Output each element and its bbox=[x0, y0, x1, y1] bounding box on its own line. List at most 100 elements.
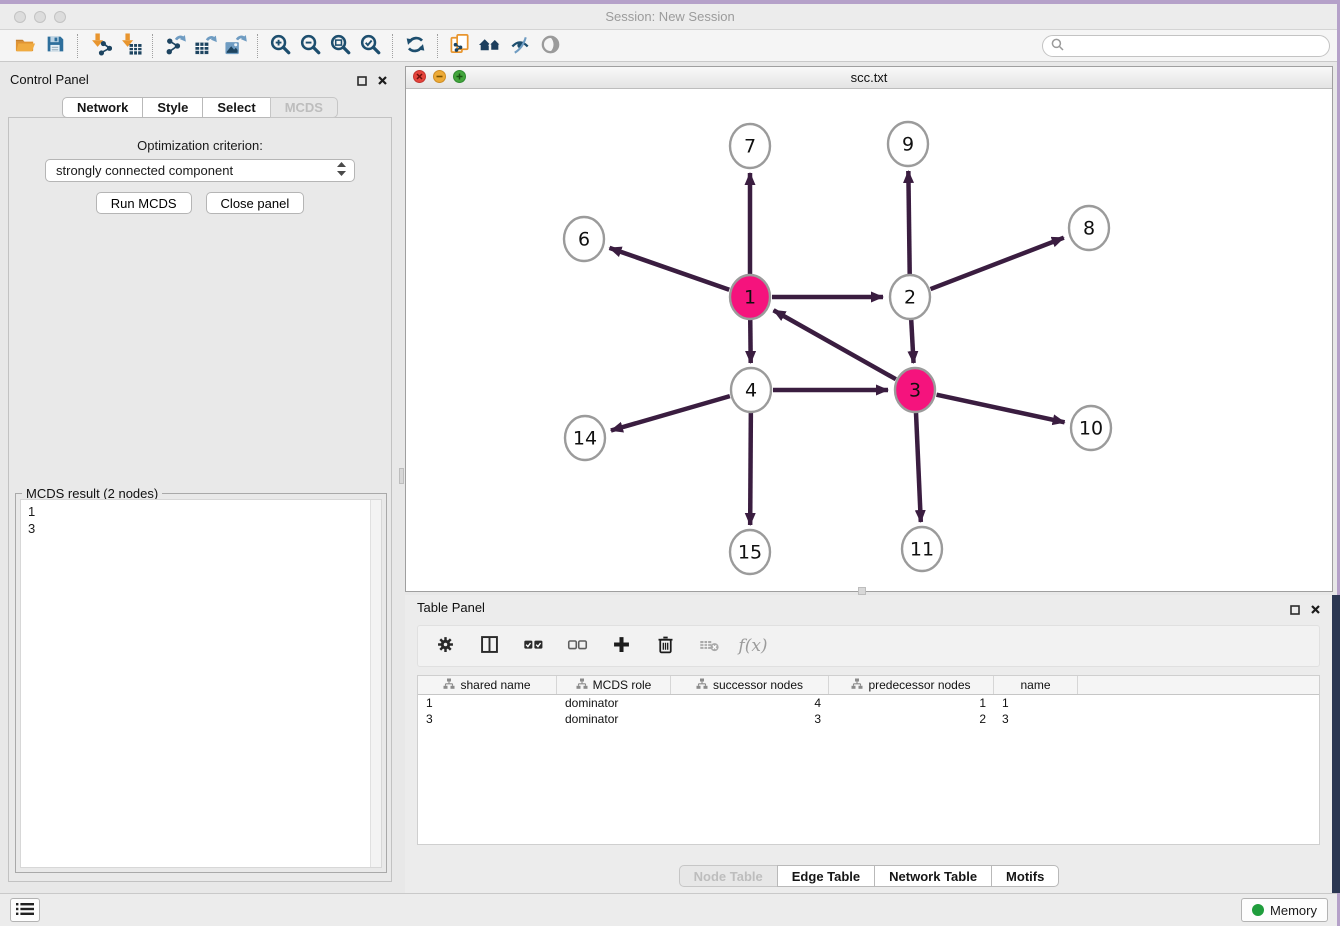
node-label-14: 14 bbox=[573, 428, 597, 450]
save-session-button[interactable] bbox=[40, 32, 70, 60]
cell-successor-nodes[interactable]: 4 bbox=[671, 696, 829, 710]
export-table-icon bbox=[194, 33, 217, 59]
memory-button[interactable]: Memory bbox=[1241, 898, 1328, 922]
cell-mcds-role[interactable]: dominator bbox=[557, 712, 671, 726]
open-file-button[interactable] bbox=[10, 32, 40, 60]
task-history-button[interactable] bbox=[10, 898, 40, 922]
export-image-button[interactable] bbox=[220, 32, 250, 60]
search-box[interactable] bbox=[1042, 35, 1330, 57]
network-view-window: scc.txt 7968124314101511 bbox=[405, 66, 1333, 592]
tab-style[interactable]: Style bbox=[142, 97, 203, 118]
optimization-criterion-value: strongly connected component bbox=[56, 163, 337, 178]
import-network-button[interactable] bbox=[85, 32, 115, 60]
panel-splitter-handle[interactable] bbox=[399, 468, 404, 484]
edge-4-14[interactable] bbox=[611, 396, 730, 430]
window-resize-handle[interactable] bbox=[858, 587, 866, 595]
refresh-view-button[interactable] bbox=[400, 32, 430, 60]
toolbar-separator bbox=[77, 34, 78, 58]
import-table-button[interactable] bbox=[115, 32, 145, 60]
tab-network[interactable]: Network bbox=[62, 97, 143, 118]
node-label-11: 11 bbox=[910, 539, 934, 561]
edge-4-15[interactable] bbox=[750, 412, 751, 525]
zoom-fit-button[interactable] bbox=[325, 32, 355, 60]
column-type-icon bbox=[851, 678, 863, 693]
cell-predecessor-nodes[interactable]: 1 bbox=[829, 696, 994, 710]
float-table-panel-icon[interactable] bbox=[1290, 603, 1300, 618]
tab-motifs[interactable]: Motifs bbox=[991, 865, 1059, 887]
export-table-button[interactable] bbox=[190, 32, 220, 60]
column-header-shared-name[interactable]: shared name bbox=[418, 676, 557, 694]
column-label: MCDS role bbox=[593, 678, 652, 692]
control-panel-title: Control Panel bbox=[10, 72, 89, 87]
clone-network-icon bbox=[449, 33, 472, 59]
select-all-columns-button[interactable] bbox=[520, 633, 546, 659]
edge-3-11[interactable] bbox=[916, 412, 921, 522]
cell-name[interactable]: 3 bbox=[994, 712, 1078, 726]
cell-successor-nodes[interactable]: 3 bbox=[671, 712, 829, 726]
edge-2-8[interactable] bbox=[931, 238, 1064, 289]
network-canvas[interactable]: 7968124314101511 bbox=[406, 89, 1332, 591]
add-column-button[interactable] bbox=[608, 633, 634, 659]
import-table-icon bbox=[119, 33, 142, 59]
delete-column-button[interactable] bbox=[652, 633, 678, 659]
zoom-out-icon bbox=[299, 33, 322, 59]
column-label: successor nodes bbox=[713, 678, 803, 692]
delete-table-icon bbox=[699, 634, 720, 658]
cell-predecessor-nodes[interactable]: 2 bbox=[829, 712, 994, 726]
close-panel-button[interactable]: Close panel bbox=[206, 192, 305, 214]
cell-shared-name[interactable]: 1 bbox=[418, 696, 557, 710]
tab-mcds[interactable]: MCDS bbox=[270, 97, 338, 118]
column-header-successor-nodes[interactable]: successor nodes bbox=[671, 676, 829, 694]
column-label: predecessor nodes bbox=[868, 678, 970, 692]
mcds-result-textarea[interactable]: 13 bbox=[20, 499, 382, 868]
clone-network-button[interactable] bbox=[445, 32, 475, 60]
result-scrollbar[interactable] bbox=[370, 500, 381, 867]
close-panel-icon[interactable] bbox=[377, 74, 388, 89]
gear-button[interactable] bbox=[432, 633, 458, 659]
edge-1-6[interactable] bbox=[609, 248, 729, 290]
column-header-mcds-role[interactable]: MCDS role bbox=[557, 676, 671, 694]
tab-node-table[interactable]: Node Table bbox=[679, 865, 778, 887]
deselect-all-columns-button[interactable] bbox=[564, 633, 590, 659]
save-session-icon bbox=[44, 33, 66, 58]
zoom-out-button[interactable] bbox=[295, 32, 325, 60]
table-row[interactable]: 3dominator323 bbox=[418, 711, 1319, 727]
export-network-button[interactable] bbox=[160, 32, 190, 60]
node-table: shared name MCDS role successor nodes prede… bbox=[417, 675, 1320, 845]
zoom-selected-button[interactable] bbox=[355, 32, 385, 60]
tab-edge-table[interactable]: Edge Table bbox=[777, 865, 875, 887]
apply-function-button: f(x) bbox=[740, 633, 766, 659]
network-window-title: scc.txt bbox=[406, 70, 1332, 85]
search-input[interactable] bbox=[1069, 38, 1321, 53]
split-view-button[interactable] bbox=[476, 633, 502, 659]
close-table-panel-icon[interactable] bbox=[1310, 603, 1321, 618]
open-file-icon bbox=[14, 33, 37, 59]
select-stepper-icon bbox=[337, 162, 346, 179]
first-neighbors-button[interactable] bbox=[475, 32, 505, 60]
tab-network-table[interactable]: Network Table bbox=[874, 865, 992, 887]
add-column-icon bbox=[611, 634, 632, 658]
preview-eye-button[interactable] bbox=[535, 32, 565, 60]
node-label-9: 9 bbox=[902, 134, 914, 156]
column-header-predecessor-nodes[interactable]: predecessor nodes bbox=[829, 676, 994, 694]
float-panel-icon[interactable] bbox=[357, 74, 367, 89]
cell-shared-name[interactable]: 3 bbox=[418, 712, 557, 726]
run-mcds-button[interactable]: Run MCDS bbox=[96, 192, 192, 214]
table-row[interactable]: 1dominator411 bbox=[418, 695, 1319, 711]
edge-3-10[interactable] bbox=[937, 395, 1065, 423]
search-icon bbox=[1051, 38, 1064, 54]
node-label-10: 10 bbox=[1079, 418, 1103, 440]
optimization-criterion-select[interactable]: strongly connected component bbox=[45, 159, 355, 182]
network-window-titlebar[interactable]: scc.txt bbox=[406, 67, 1332, 89]
edge-3-1[interactable] bbox=[774, 310, 896, 379]
cell-mcds-role[interactable]: dominator bbox=[557, 696, 671, 710]
toggle-panels-button[interactable] bbox=[505, 32, 535, 60]
edge-2-9[interactable] bbox=[908, 171, 909, 275]
edge-2-3[interactable] bbox=[911, 319, 913, 363]
column-header-name[interactable]: name bbox=[994, 676, 1078, 694]
control-panel: Control Panel NetworkStyleSelectMCDS Opt… bbox=[0, 66, 400, 884]
zoom-in-button[interactable] bbox=[265, 32, 295, 60]
cell-name[interactable]: 1 bbox=[994, 696, 1078, 710]
node-label-8: 8 bbox=[1083, 218, 1095, 240]
tab-select[interactable]: Select bbox=[202, 97, 270, 118]
